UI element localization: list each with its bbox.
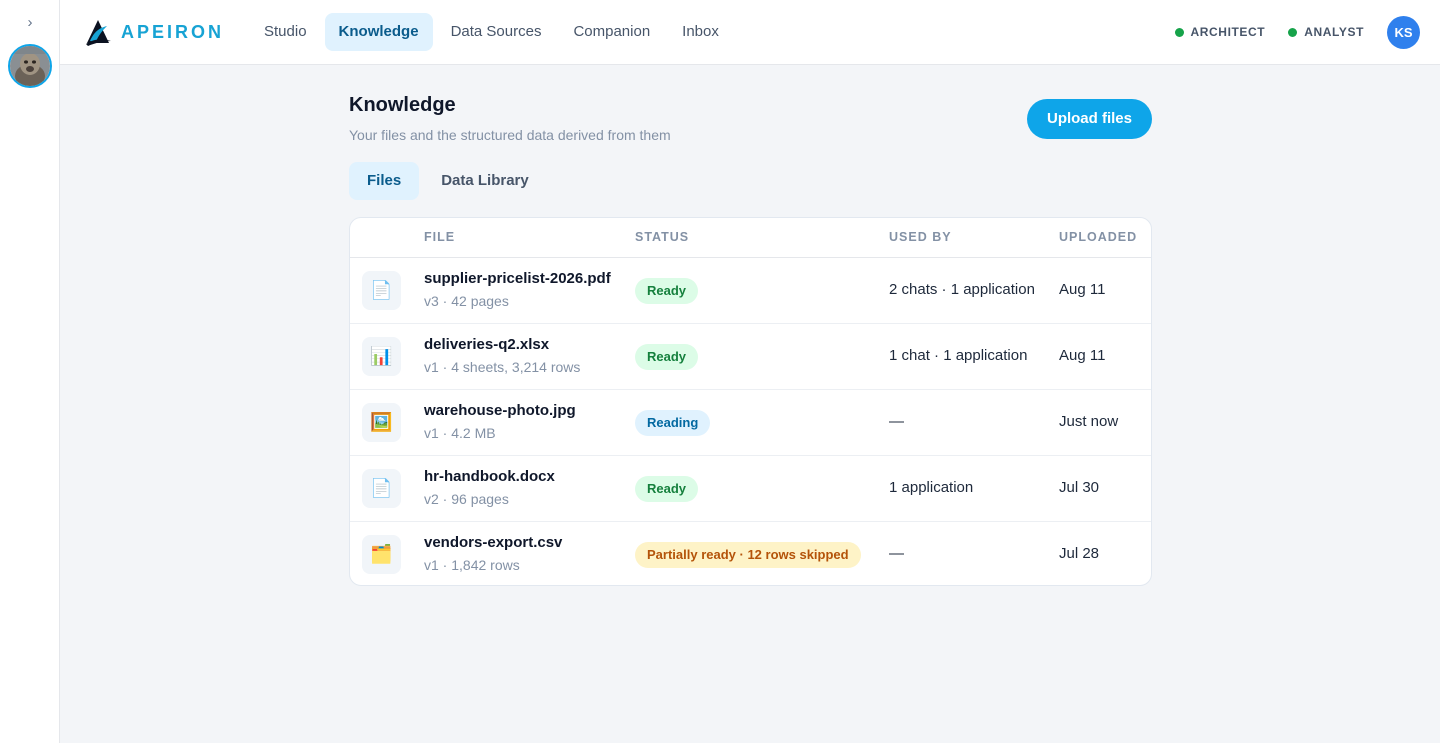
page-title: Knowledge <box>349 94 456 116</box>
file-meta: v2 · 96 pages <box>424 491 509 507</box>
file-name[interactable]: vendors-export.csv <box>424 534 562 551</box>
knowledge-tabs: Files Data Library <box>349 162 551 200</box>
status-badge: Ready <box>635 278 699 304</box>
file-name[interactable]: hr-handbook.docx <box>424 468 555 485</box>
document-icon: 📄 <box>362 469 401 508</box>
status-badge: Reading <box>635 410 711 436</box>
left-rail: › <box>0 0 60 743</box>
nav-studio[interactable]: Studio <box>250 13 321 51</box>
tab-files[interactable]: Files <box>349 162 420 200</box>
column-header-status[interactable]: STATUS <box>635 218 689 258</box>
files-table: FILE STATUS USED BY UPLOADED 📄 supplier-… <box>349 217 1152 586</box>
status-dot-icon <box>1288 27 1298 37</box>
file-name[interactable]: warehouse-photo.jpg <box>424 402 576 419</box>
tab-data-library[interactable]: Data Library <box>423 162 547 200</box>
table-row[interactable]: 📄 hr-handbook.docx v2 · 96 pages Ready 1… <box>350 456 1151 522</box>
used-by: 1 chat · 1 application <box>889 347 1028 364</box>
used-by: — <box>889 413 904 430</box>
used-by: 1 application <box>889 479 974 496</box>
nav-inbox[interactable]: Inbox <box>668 13 733 51</box>
nav-companion[interactable]: Companion <box>559 13 664 51</box>
upload-files-button[interactable]: Upload files <box>1027 99 1152 139</box>
file-meta: v3 · 42 pages <box>424 293 509 309</box>
document-icon: 📄 <box>362 271 401 310</box>
file-meta: v1 · 1,842 rows <box>424 557 520 573</box>
uploaded-date: Aug 11 <box>1059 347 1106 364</box>
image-icon: 🖼️ <box>362 403 401 442</box>
page-subtitle: Your files and the structured data deriv… <box>349 127 671 143</box>
role-label: ARCHITECT <box>1190 25 1266 39</box>
chevron-right-icon[interactable]: › <box>24 14 36 32</box>
status-dot-icon <box>1174 27 1184 37</box>
table-header: FILE STATUS USED BY UPLOADED <box>350 218 1151 258</box>
file-meta: v1 · 4.2 MB <box>424 425 496 441</box>
status-badge: Ready <box>635 476 699 502</box>
uploaded-date: Jul 30 <box>1059 479 1100 496</box>
avatar[interactable] <box>8 44 52 88</box>
apeiron-logo-icon <box>86 20 111 46</box>
used-by: — <box>889 545 904 562</box>
table-row[interactable]: 📄 supplier-pricelist-2026.pdf v3 · 42 pa… <box>350 258 1151 324</box>
file-name[interactable]: deliveries-q2.xlsx <box>424 336 549 353</box>
top-bar: APEIRON Studio Knowledge Data Sources Co… <box>60 0 1440 65</box>
role-analyst[interactable]: ANALYST <box>1288 25 1364 39</box>
status-badge: Ready <box>635 344 699 370</box>
nav-knowledge[interactable]: Knowledge <box>324 13 433 51</box>
role-label: ANALYST <box>1304 25 1364 39</box>
uploaded-date: Just now <box>1059 413 1119 430</box>
column-header-file[interactable]: FILE <box>424 218 455 258</box>
used-by: 2 chats · 1 application <box>889 281 1035 298</box>
uploaded-date: Jul 28 <box>1059 545 1100 562</box>
user-avatar[interactable]: KS <box>1387 15 1420 49</box>
file-name[interactable]: supplier-pricelist-2026.pdf <box>424 270 611 287</box>
column-header-used-by[interactable]: USED BY <box>889 218 952 258</box>
spreadsheet-icon: 📊 <box>362 337 401 376</box>
main-nav: Studio Knowledge Data Sources Companion … <box>250 13 737 51</box>
column-header-uploaded[interactable]: UPLOADED <box>1059 218 1137 258</box>
uploaded-date: Aug 11 <box>1059 281 1106 298</box>
role-switcher: ARCHITECT ANALYST KS <box>1174 15 1420 49</box>
brand-name: APEIRON <box>121 21 225 42</box>
brand[interactable]: APEIRON <box>84 16 224 48</box>
file-meta: v1 · 4 sheets, 3,214 rows <box>424 359 581 375</box>
status-badge: Partially ready · 12 rows skipped <box>635 542 861 568</box>
folder-icon: 🗂️ <box>362 535 401 574</box>
nav-data-sources[interactable]: Data Sources <box>437 13 556 51</box>
table-row[interactable]: 🗂️ vendors-export.csv v1 · 1,842 rows Pa… <box>350 522 1151 585</box>
table-row[interactable]: 🖼️ warehouse-photo.jpg v1 · 4.2 MB Readi… <box>350 390 1151 456</box>
table-row[interactable]: 📊 deliveries-q2.xlsx v1 · 4 sheets, 3,21… <box>350 324 1151 390</box>
role-architect[interactable]: ARCHITECT <box>1174 25 1266 39</box>
